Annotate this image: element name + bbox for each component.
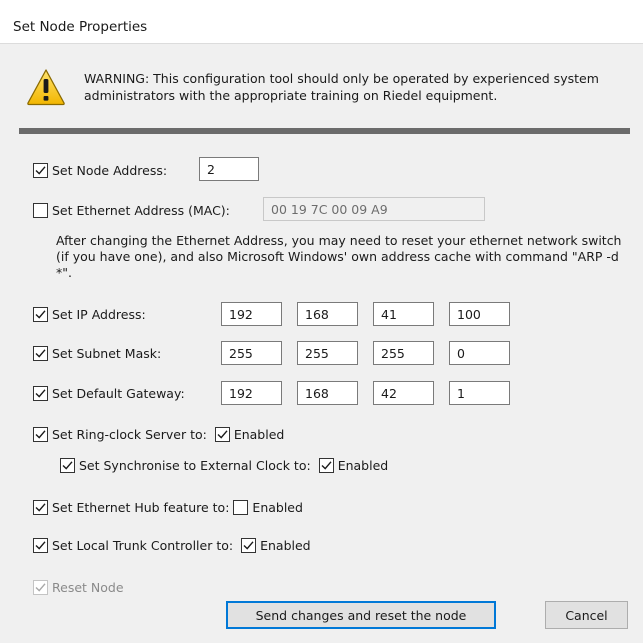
subnet-label: Set Subnet Mask: [52, 345, 162, 361]
ring-clock-enabled-label: Enabled [233, 426, 285, 442]
subnet-row: Set Subnet Mask: [33, 342, 161, 364]
gateway-octet-1[interactable] [221, 381, 282, 405]
node-address-input[interactable] [199, 157, 259, 181]
separator-bar [19, 128, 630, 134]
sync-external-enabled-label: Enabled [337, 457, 389, 473]
window-title: Set Node Properties [13, 19, 148, 35]
reset-node-row: Reset Node [33, 576, 124, 598]
subnet-octet-2[interactable] [297, 341, 358, 365]
trunk-enabled-label: Enabled [260, 537, 311, 553]
hub-enabled-checkbox[interactable] [233, 499, 249, 515]
ip-octet-1[interactable] [221, 302, 282, 326]
sync-external-row: Set Synchronise to External Clock to: En… [60, 454, 388, 476]
reset-node-checkbox[interactable] [33, 579, 48, 595]
warning-message: WARNING: This configuration tool should … [84, 71, 599, 103]
sync-external-checkbox[interactable] [60, 457, 75, 473]
trunk-label: Set Local Trunk Controller to: [52, 537, 234, 553]
warning-icon [27, 69, 65, 106]
mac-row: Set Ethernet Address (MAC): [33, 199, 230, 221]
gateway-label: Set Default Gateway: [52, 385, 185, 401]
send-changes-button[interactable]: Send changes and reset the node [226, 601, 496, 629]
ring-clock-label: Set Ring-clock Server to: [52, 426, 207, 442]
subnet-octet-3[interactable] [373, 341, 434, 365]
hub-checkbox[interactable] [33, 499, 48, 515]
trunk-checkbox[interactable] [33, 537, 48, 553]
hub-enabled-label: Enabled [252, 499, 303, 515]
node-address-label: Set Node Address: [52, 162, 168, 178]
ring-clock-checkbox[interactable] [33, 426, 48, 442]
title-bar: Set Node Properties [0, 0, 643, 44]
gateway-octet-4[interactable] [449, 381, 510, 405]
reset-node-label: Reset Node [52, 579, 124, 595]
mac-checkbox[interactable] [33, 202, 48, 218]
ring-clock-row: Set Ring-clock Server to: Enabled [33, 423, 284, 445]
gateway-octet-3[interactable] [373, 381, 434, 405]
mac-info-text: After changing the Ethernet Address, you… [56, 233, 622, 280]
mac-input[interactable] [263, 197, 485, 221]
gateway-checkbox[interactable] [33, 385, 48, 401]
gateway-row: Set Default Gateway: [33, 382, 185, 404]
cancel-button[interactable]: Cancel [545, 601, 628, 629]
mac-label: Set Ethernet Address (MAC): [52, 202, 230, 218]
ring-clock-enabled-checkbox[interactable] [214, 426, 230, 442]
ip-octet-2[interactable] [297, 302, 358, 326]
hub-label: Set Ethernet Hub feature to: [52, 499, 230, 515]
ip-octet-4[interactable] [449, 302, 510, 326]
sync-external-enabled-checkbox[interactable] [318, 457, 334, 473]
trunk-row: Set Local Trunk Controller to: Enabled [33, 534, 311, 556]
node-address-row: Set Node Address: [33, 159, 167, 181]
hub-row: Set Ethernet Hub feature to: Enabled [33, 496, 303, 518]
node-address-checkbox[interactable] [33, 162, 48, 178]
ip-label: Set IP Address: [52, 306, 146, 322]
subnet-octet-1[interactable] [221, 341, 282, 365]
trunk-enabled-checkbox[interactable] [241, 537, 257, 553]
subnet-octet-4[interactable] [449, 341, 510, 365]
ip-row: Set IP Address: [33, 303, 146, 325]
ip-checkbox[interactable] [33, 306, 48, 322]
sync-external-label: Set Synchronise to External Clock to: [79, 457, 311, 473]
ip-octet-3[interactable] [373, 302, 434, 326]
subnet-checkbox[interactable] [33, 345, 48, 361]
gateway-octet-2[interactable] [297, 381, 358, 405]
